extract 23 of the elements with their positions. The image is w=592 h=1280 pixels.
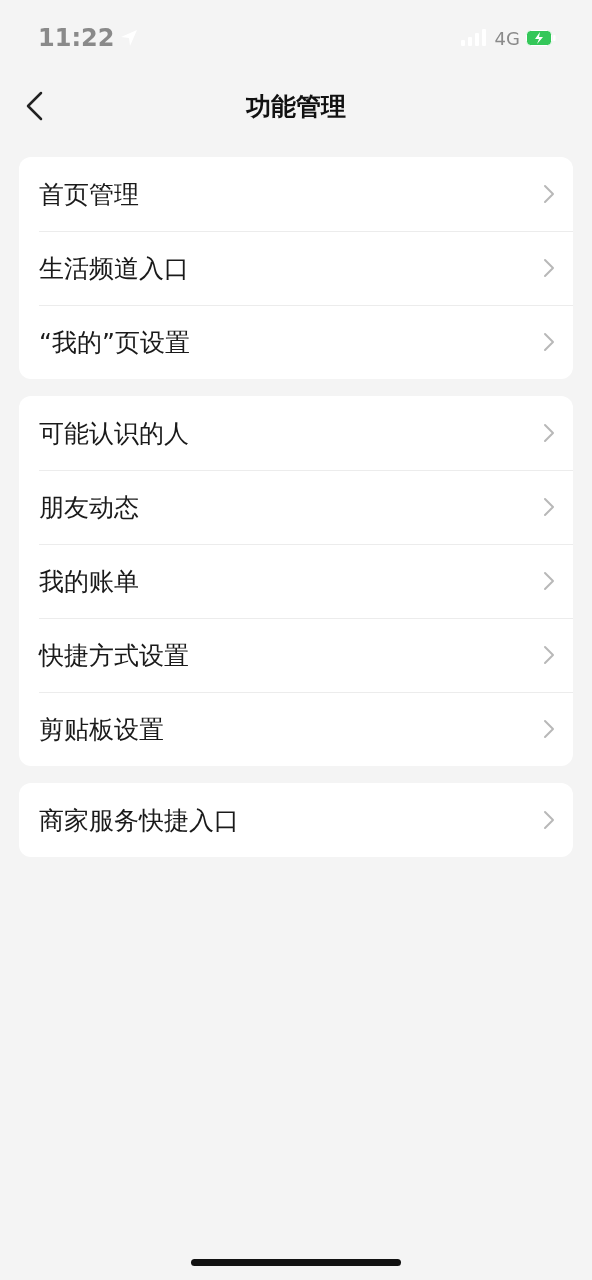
chevron-right-icon: [543, 645, 555, 665]
settings-row[interactable]: 首页管理: [19, 157, 573, 231]
back-icon[interactable]: [24, 91, 44, 121]
settings-row[interactable]: 朋友动态: [19, 470, 573, 544]
settings-row[interactable]: 我的账单: [19, 544, 573, 618]
chevron-right-icon: [543, 423, 555, 443]
settings-row[interactable]: 剪贴板设置: [19, 692, 573, 766]
chevron-right-icon: [543, 332, 555, 352]
settings-row[interactable]: “我的”页设置: [19, 305, 573, 379]
chevron-right-icon: [543, 719, 555, 739]
settings-row[interactable]: 生活频道入口: [19, 231, 573, 305]
settings-row[interactable]: 快捷方式设置: [19, 618, 573, 692]
chevron-right-icon: [543, 497, 555, 517]
battery-icon: [526, 30, 556, 46]
page-title: 功能管理: [246, 90, 346, 123]
chevron-right-icon: [543, 571, 555, 591]
chevron-right-icon: [543, 184, 555, 204]
network-type: 4G: [494, 27, 520, 49]
status-time: 11:22: [38, 24, 115, 52]
settings-row[interactable]: 可能认识的人: [19, 396, 573, 470]
settings-row[interactable]: 商家服务快捷入口: [19, 783, 573, 857]
chevron-right-icon: [543, 258, 555, 278]
chevron-right-icon: [543, 810, 555, 830]
